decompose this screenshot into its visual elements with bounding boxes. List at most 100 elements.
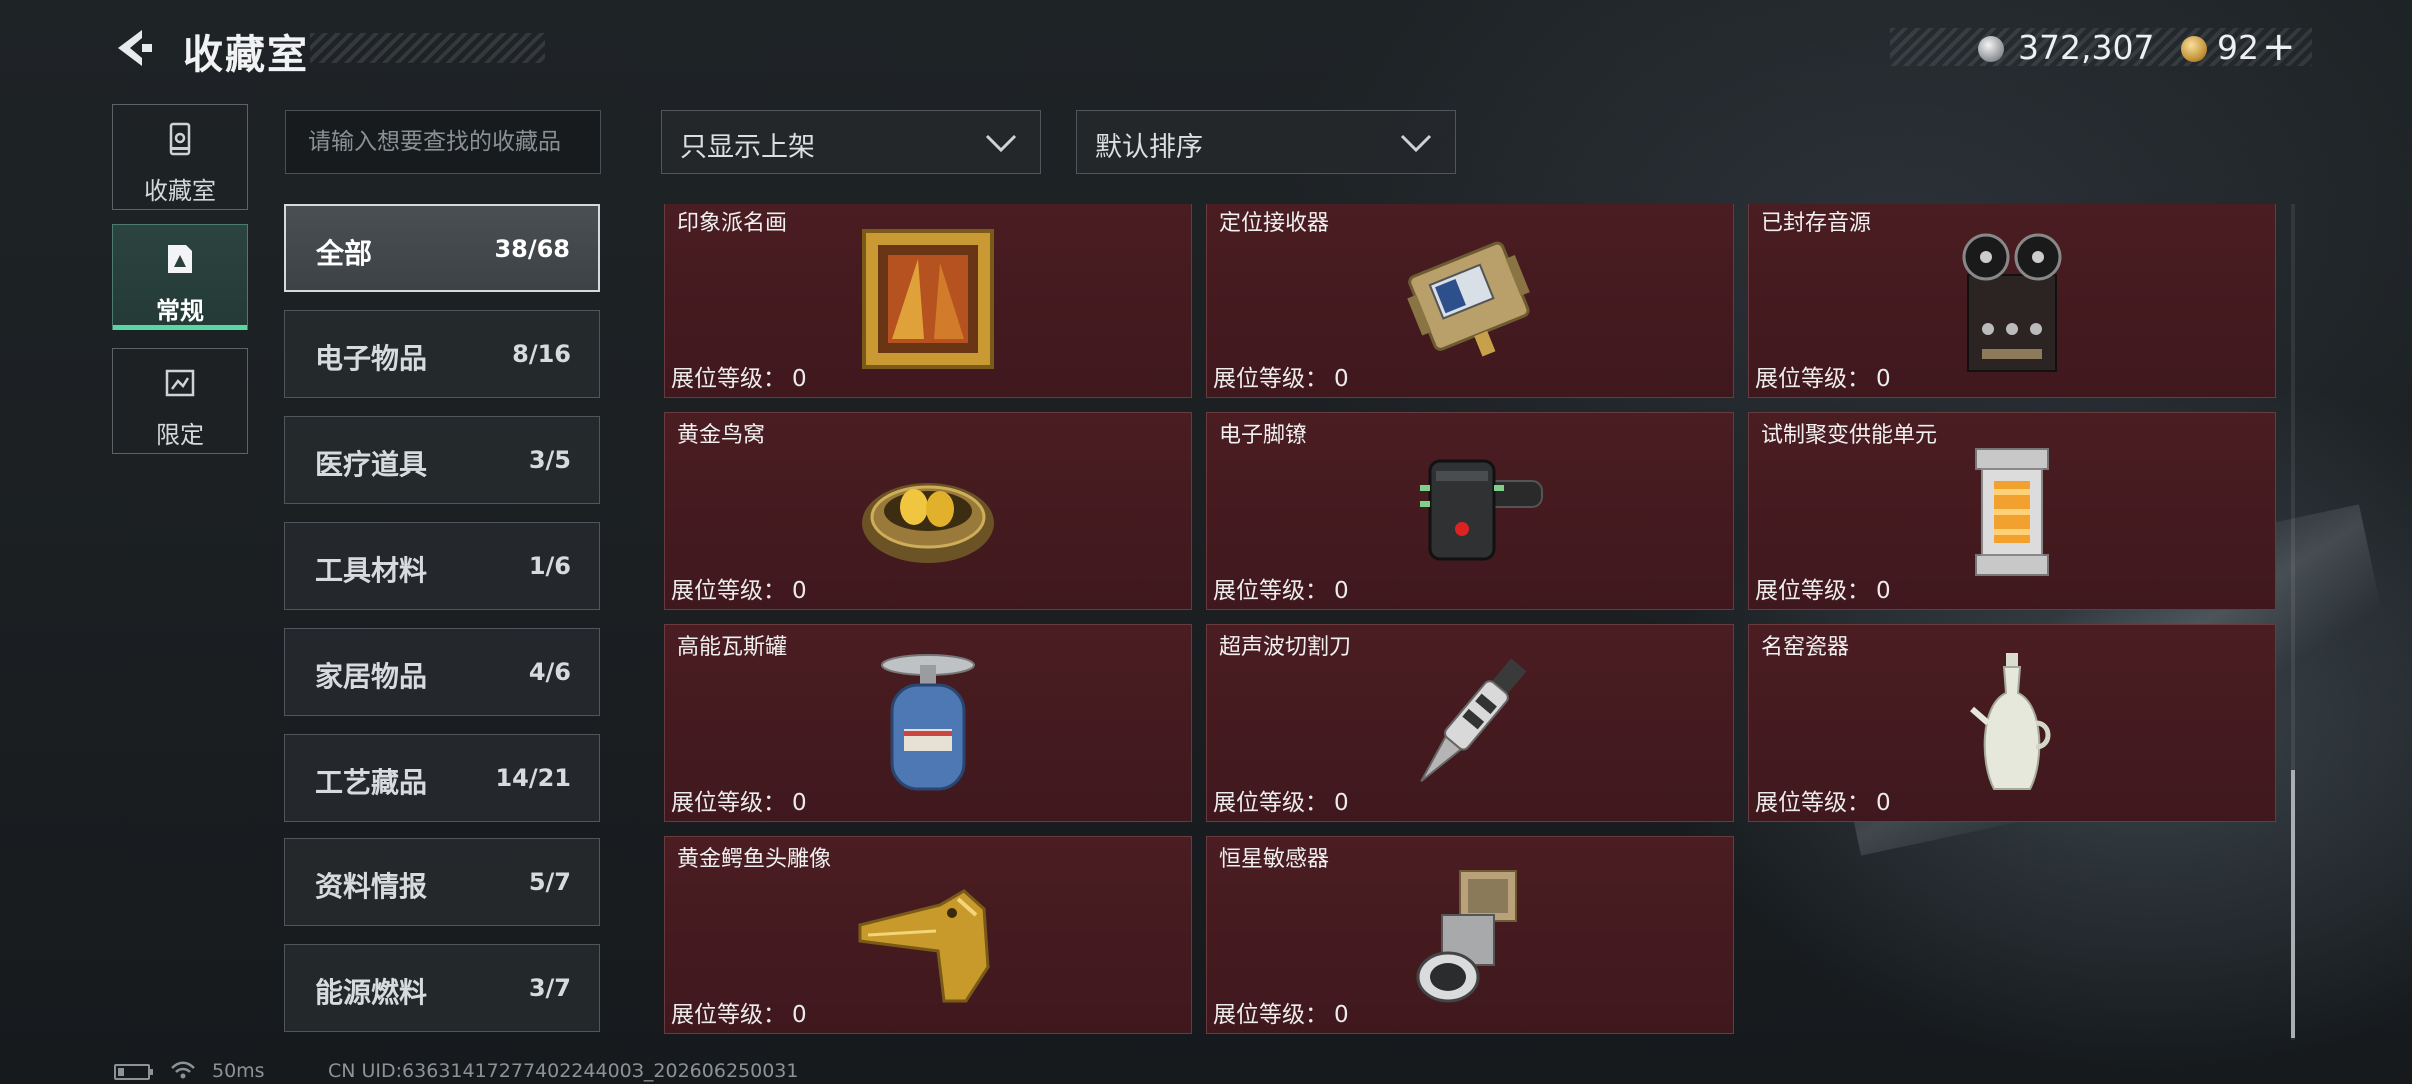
add-currency-button[interactable]: + (2262, 24, 2296, 70)
level-label: 展位等级： (671, 1002, 786, 1028)
regular-collection-icon (168, 245, 192, 273)
item-level: 展位等级： 0 (671, 359, 807, 393)
ping-indicator: 50ms (212, 1060, 265, 1082)
nav-tab-label: 收藏室 (144, 177, 216, 205)
collection-card[interactable]: 恒星敏感器 展位等级： 0 (1206, 836, 1734, 1034)
electronic-ankle-monitor-icon (1420, 459, 1543, 561)
level-value: 0 (792, 790, 807, 816)
collection-card[interactable]: 定位接收器 展位等级： 0 (1206, 204, 1734, 398)
item-level: 展位等级： 0 (671, 571, 807, 605)
level-value: 0 (1876, 790, 1891, 816)
item-level: 展位等级： 0 (1213, 783, 1349, 817)
category-intel[interactable]: 资料情报 5/7 (284, 838, 600, 926)
collection-card[interactable]: 试制聚变供能单元 展位等级： 0 (1748, 412, 2276, 610)
collection-card[interactable]: 电子脚镣 展位等级： 0 (1206, 412, 1734, 610)
ultrasonic-cutter-icon (1420, 658, 1527, 782)
category-all[interactable]: 全部 38/68 (284, 204, 600, 292)
category-medical[interactable]: 医疗道具 3/5 (284, 416, 600, 504)
category-crafts[interactable]: 工艺藏品 14/21 (284, 734, 600, 822)
gold-coin-icon (2181, 36, 2207, 62)
item-name: 已封存音源 (1761, 211, 1872, 236)
collection-card[interactable]: 已封存音源 展位等级： 0 (1748, 204, 2276, 398)
level-value: 0 (792, 578, 807, 604)
nav-tab-collection-room[interactable]: 收藏室 (112, 104, 248, 210)
category-name: 家居物品 (315, 660, 428, 693)
level-label: 展位等级： (1213, 578, 1328, 604)
category-count: 1/6 (528, 552, 571, 580)
item-level: 展位等级： 0 (1213, 995, 1349, 1029)
level-value: 0 (792, 1002, 807, 1028)
chevron-down-icon (1400, 134, 1432, 153)
level-value: 0 (1334, 578, 1349, 604)
item-name: 名窑瓷器 (1761, 635, 1850, 660)
collection-card[interactable]: 黄金鳄鱼头雕像 展位等级： 0 (664, 836, 1192, 1034)
nav-tab-label: 限定 (156, 421, 204, 449)
item-level: 展位等级： 0 (1213, 359, 1349, 393)
gps-receiver-icon (1407, 241, 1530, 357)
category-count: 5/7 (528, 868, 571, 896)
listing-filter-value: 只显示上架 (680, 132, 815, 163)
category-name: 资料情报 (315, 870, 428, 903)
level-value: 0 (1876, 578, 1891, 604)
item-level: 展位等级： 0 (671, 995, 807, 1029)
item-name: 高能瓦斯罐 (677, 635, 788, 660)
category-name: 电子物品 (315, 342, 428, 375)
search-input[interactable] (286, 111, 600, 173)
category-count: 8/16 (512, 340, 571, 368)
category-name: 全部 (316, 237, 373, 270)
collection-card[interactable]: 超声波切割刀 展位等级： 0 (1206, 624, 1734, 822)
item-level: 展位等级： 0 (1213, 571, 1349, 605)
nav-tab-limited[interactable]: 限定 (112, 348, 248, 454)
level-label: 展位等级： (1755, 366, 1870, 392)
silver-coin-icon (1978, 36, 2004, 62)
level-value: 0 (1334, 790, 1349, 816)
level-label: 展位等级： (1213, 790, 1328, 816)
golden-crocodile-head-icon (858, 889, 990, 1003)
listing-filter-dropdown[interactable]: 只显示上架 (661, 110, 1041, 174)
star-sensor-icon (1416, 870, 1517, 1003)
back-arrow-icon (118, 30, 152, 66)
sort-dropdown[interactable]: 默认排序 (1076, 110, 1456, 174)
search-field[interactable] (285, 110, 601, 174)
back-button[interactable] (112, 26, 156, 70)
category-count: 4/6 (528, 658, 571, 686)
display-case-icon (169, 122, 191, 156)
user-uid: CN UID:6363141727740224400З_202606250031 (328, 1060, 799, 1082)
grid-scrollbar-thumb[interactable] (2291, 770, 2295, 1038)
collection-grid[interactable]: 印象派名画 展位等级： 0 定位接收器 展位等级： 0 已封存音源 展位等级： … (660, 204, 2280, 1040)
category-count: 38/68 (494, 235, 570, 263)
category-tools[interactable]: 工具材料 1/6 (284, 522, 600, 610)
nav-tab-regular[interactable]: 常规 (112, 224, 248, 330)
collection-card[interactable]: 印象派名画 展位等级： 0 (664, 204, 1192, 398)
level-label: 展位等级： (1755, 790, 1870, 816)
level-value: 0 (1334, 366, 1349, 392)
level-label: 展位等级： (671, 578, 786, 604)
category-energy[interactable]: 能源燃料 3/7 (284, 944, 600, 1032)
item-name: 黄金鳄鱼头雕像 (677, 847, 832, 872)
collection-card[interactable]: 高能瓦斯罐 展位等级： 0 (664, 624, 1192, 822)
category-name: 工艺藏品 (315, 766, 428, 799)
item-name: 恒星敏感器 (1219, 847, 1330, 872)
category-household[interactable]: 家居物品 4/6 (284, 628, 600, 716)
category-name: 能源燃料 (315, 976, 428, 1009)
category-electronics[interactable]: 电子物品 8/16 (284, 310, 600, 398)
chevron-down-icon (985, 134, 1017, 153)
level-label: 展位等级： (671, 790, 786, 816)
framed-painting-icon (862, 229, 994, 369)
item-name: 定位接收器 (1219, 211, 1330, 236)
collection-card[interactable]: 名窑瓷器 展位等级： 0 (1748, 624, 2276, 822)
category-count: 3/5 (528, 446, 571, 474)
category-name: 工具材料 (315, 554, 428, 587)
collection-card[interactable]: 黄金鸟窝 展位等级： 0 (664, 412, 1192, 610)
silver-currency-amount: 372,307 (2018, 28, 2155, 67)
gold-currency-amount: 92 (2217, 28, 2259, 67)
item-name: 超声波切割刀 (1219, 635, 1352, 660)
level-label: 展位等级： (1213, 1002, 1328, 1028)
item-level: 展位等级： 0 (1755, 359, 1891, 393)
item-name: 黄金鸟窝 (677, 423, 766, 448)
reel-tape-recorder-icon (1962, 233, 2062, 372)
item-name: 电子脚镣 (1219, 423, 1308, 448)
gas-canister-icon (881, 654, 975, 791)
nav-tab-label: 常规 (156, 297, 204, 325)
category-count: 14/21 (495, 764, 571, 792)
